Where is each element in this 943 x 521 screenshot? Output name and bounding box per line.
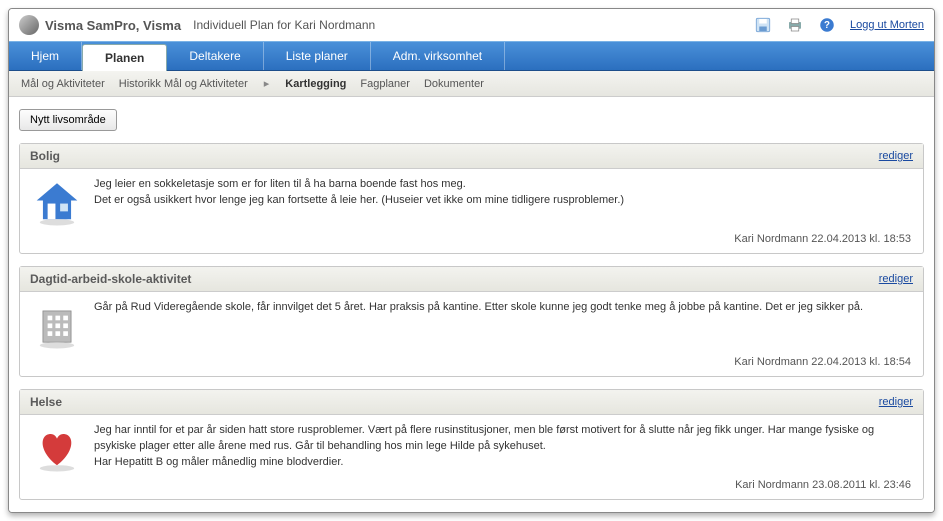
section-header: Dagtid-arbeid-skole-aktivitet rediger	[20, 267, 923, 292]
section-header: Helse rediger	[20, 390, 923, 415]
tab-liste-planer[interactable]: Liste planer	[264, 42, 371, 70]
svg-text:?: ?	[824, 20, 830, 31]
section-header: Bolig rediger	[20, 144, 923, 169]
tab-hjem[interactable]: Hjem	[9, 42, 82, 70]
app-title: Visma SamPro, Visma	[45, 18, 181, 33]
logout-link[interactable]: Logg ut Morten	[850, 19, 924, 31]
section-body: Går på Rud Videregående skole, får innvi…	[20, 292, 923, 354]
heart-icon	[32, 423, 82, 473]
app-window: Visma SamPro, Visma Individuell Plan for…	[8, 8, 935, 513]
caret-icon: ▸	[264, 77, 270, 90]
subnav-historikk[interactable]: Historikk Mål og Aktiviteter	[119, 78, 248, 90]
edit-link[interactable]: rediger	[879, 396, 913, 408]
section-meta: Kari Nordmann 22.04.2013 kl. 18:53	[20, 231, 923, 253]
help-icon[interactable]: ?	[818, 16, 836, 34]
print-icon[interactable]	[786, 16, 804, 34]
section-body: Jeg leier en sokkeletasje som er for lit…	[20, 169, 923, 231]
edit-link[interactable]: rediger	[879, 273, 913, 285]
subnav-kartlegging[interactable]: Kartlegging	[285, 78, 346, 90]
house-icon	[32, 177, 82, 227]
app-logo-icon	[19, 15, 39, 35]
header-right-group: ? Logg ut Morten	[754, 16, 924, 34]
tab-adm-virksomhet[interactable]: Adm. virksomhet	[371, 42, 505, 70]
section-title: Helse	[30, 395, 62, 409]
content-area: Nytt livsområde Bolig rediger Jeg leier …	[9, 97, 934, 512]
section-meta: Kari Nordmann 23.08.2011 kl. 23:46	[20, 477, 923, 499]
section-meta: Kari Nordmann 22.04.2013 kl. 18:54	[20, 354, 923, 376]
header: Visma SamPro, Visma Individuell Plan for…	[9, 9, 934, 41]
page-subtitle: Individuell Plan for Kari Nordmann	[193, 18, 375, 32]
tab-planen[interactable]: Planen	[82, 44, 167, 71]
edit-link[interactable]: rediger	[879, 150, 913, 162]
sub-nav: Mål og Aktiviteter Historikk Mål og Akti…	[9, 71, 934, 97]
section-dagtid: Dagtid-arbeid-skole-aktivitet rediger Gå…	[19, 266, 924, 377]
section-bolig: Bolig rediger Jeg leier en sokkeletasje …	[19, 143, 924, 254]
main-tabs: Hjem Planen Deltakere Liste planer Adm. …	[9, 41, 934, 71]
section-title: Dagtid-arbeid-skole-aktivitet	[30, 272, 191, 286]
section-helse: Helse rediger Jeg har inntil for et par …	[19, 389, 924, 500]
section-text: Jeg har inntil for et par år siden hatt …	[94, 423, 911, 473]
section-text: Går på Rud Videregående skole, får innvi…	[94, 300, 911, 350]
section-body: Jeg har inntil for et par år siden hatt …	[20, 415, 923, 477]
subnav-dokumenter[interactable]: Dokumenter	[424, 78, 484, 90]
save-icon[interactable]	[754, 16, 772, 34]
section-text: Jeg leier en sokkeletasje som er for lit…	[94, 177, 911, 227]
new-lifearea-button[interactable]: Nytt livsområde	[19, 109, 117, 131]
subnav-fagplaner[interactable]: Fagplaner	[360, 78, 410, 90]
subnav-mal[interactable]: Mål og Aktiviteter	[21, 78, 105, 90]
building-icon	[32, 300, 82, 350]
tab-deltakere[interactable]: Deltakere	[167, 42, 263, 70]
section-title: Bolig	[30, 149, 60, 163]
